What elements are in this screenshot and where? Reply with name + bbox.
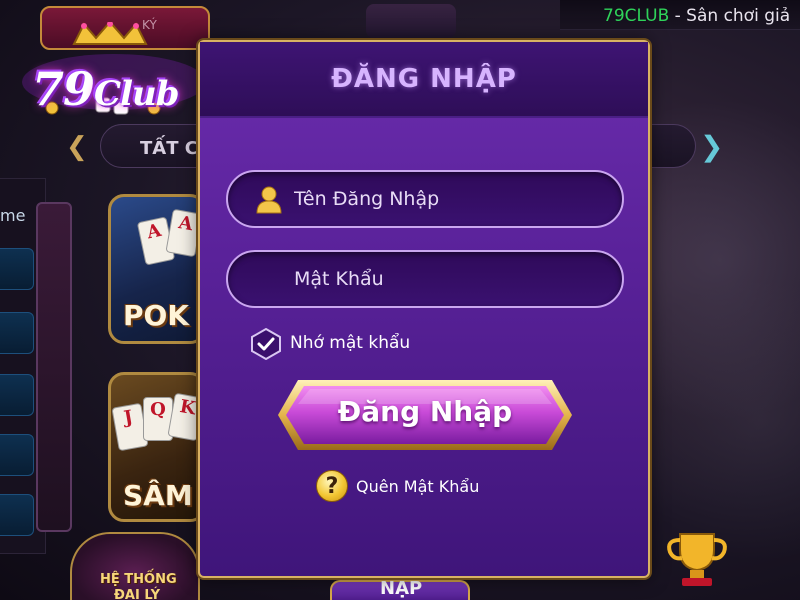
promo-card[interactable] xyxy=(36,202,72,532)
deposit-button-label: NẠP xyxy=(380,578,423,599)
game-tile-label: POK xyxy=(123,299,190,332)
question-icon: ? xyxy=(316,470,348,502)
password-input[interactable] xyxy=(294,252,604,306)
logo-text: 79Club xyxy=(32,62,180,116)
side-menu-item[interactable] xyxy=(0,494,34,536)
game-tile-sam[interactable]: J Q K SÂM xyxy=(108,372,206,522)
dialog-title: ĐĂNG NHẬP xyxy=(331,64,517,94)
logo-main: 79 xyxy=(32,62,95,116)
forgot-password-label: Quên Mật Khẩu xyxy=(356,477,480,496)
side-menu-item[interactable] xyxy=(0,248,34,290)
marquee-text: 79CLUB - Sân chơi giả xyxy=(603,6,790,26)
side-menu-item[interactable] xyxy=(0,312,34,354)
trophy-icon[interactable] xyxy=(662,528,732,588)
side-menu-item[interactable] xyxy=(0,434,34,476)
username-field[interactable] xyxy=(226,170,624,228)
category-strip-end xyxy=(648,124,696,168)
login-button[interactable]: Đăng Nhập xyxy=(276,378,574,452)
check-icon[interactable] xyxy=(250,328,282,360)
center-crown-emblem xyxy=(366,4,456,38)
user-icon xyxy=(256,186,282,214)
remember-label: Nhớ mật khẩu xyxy=(290,333,411,353)
logo-sub: Club xyxy=(94,74,179,114)
agency-emblem-label: HỆ THỐNG xyxy=(100,572,177,587)
game-tile-poker[interactable]: A A POK xyxy=(108,194,206,344)
username-input[interactable] xyxy=(294,172,604,226)
playing-card: A xyxy=(165,208,203,258)
password-field[interactable] xyxy=(226,250,624,308)
marquee-brand: 79CLUB xyxy=(603,6,670,26)
agency-emblem-label-2: ĐẠI LÝ xyxy=(114,588,160,600)
login-dialog: ĐĂNG NHẬP Nhớ mật khẩu xyxy=(198,40,650,578)
chevron-right-icon[interactable]: ❯ xyxy=(700,130,723,163)
logo: 79Club xyxy=(14,22,204,118)
login-button-label: Đăng Nhập xyxy=(337,395,513,428)
marquee-tagline: - Sân chơi giả xyxy=(669,6,791,26)
game-tile-label: SÂM xyxy=(123,479,193,512)
dialog-header: ĐĂNG NHẬP xyxy=(200,42,648,118)
chevron-left-icon[interactable]: ❮ xyxy=(66,132,88,162)
side-menu-item[interactable] xyxy=(0,374,34,416)
side-menu-label: me xyxy=(0,206,26,225)
